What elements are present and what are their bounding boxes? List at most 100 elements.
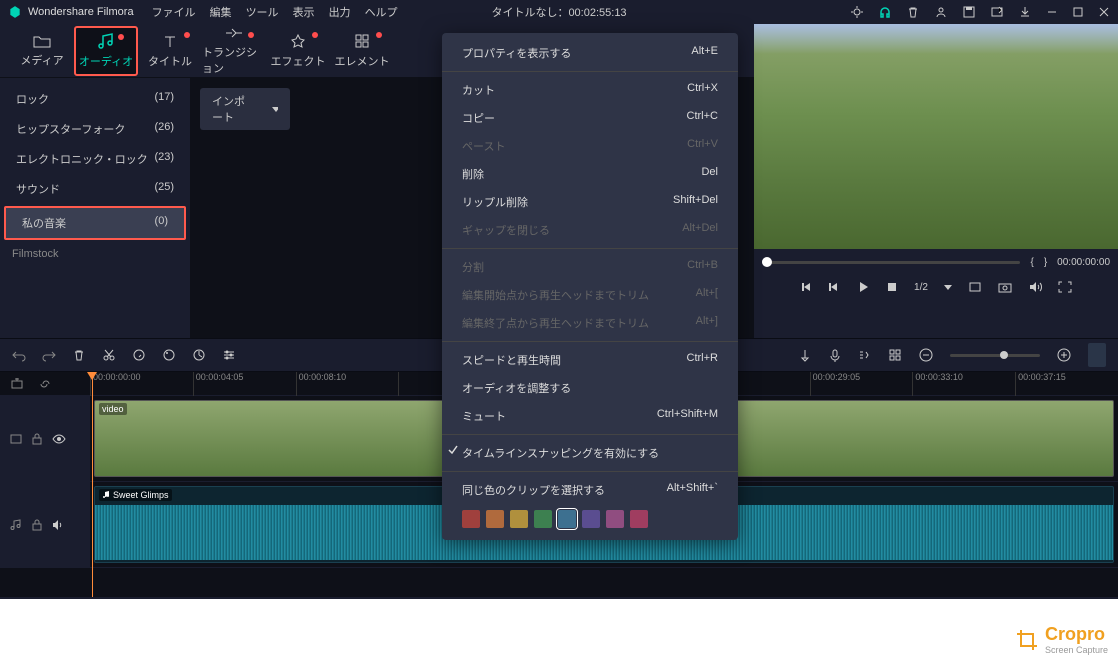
tab-effect[interactable]: エフェクト [266,26,330,76]
color-swatch-5[interactable] [582,510,600,528]
color-swatch-1[interactable] [486,510,504,528]
menu-file[interactable]: ファイル [152,4,196,20]
video-track-icon [10,434,22,444]
notification-dot [248,32,254,38]
settings-icon[interactable] [222,348,236,362]
color-swatch-3[interactable] [534,510,552,528]
stop-icon[interactable] [886,281,898,293]
trash-icon[interactable] [906,5,920,19]
maximize-button[interactable] [1072,6,1084,18]
menu-edit[interactable]: 編集 [210,4,232,20]
ctx-ripple-delete[interactable]: リップル削除Shift+Del [442,188,738,216]
category-mymusic[interactable]: 私の音楽(0) [4,206,186,240]
menu-tool[interactable]: ツール [246,4,279,20]
headphones-icon[interactable] [878,5,892,19]
category-sidebar: ロック(17) ヒップスターフォーク(26) エレクトロニック・ロック(23) … [0,78,190,338]
tab-media[interactable]: メディア [10,26,74,76]
music-icon [97,33,115,49]
category-sound[interactable]: サウンド(25) [0,174,190,204]
ctx-speed[interactable]: スピードと再生時間Ctrl+R [442,346,738,374]
prev-frame-icon[interactable] [800,281,812,293]
timeline-minimap[interactable] [1088,343,1106,367]
chevron-down-icon [272,107,278,112]
category-rock[interactable]: ロック(17) [0,84,190,114]
category-electronic[interactable]: エレクトロニック・ロック(23) [0,144,190,174]
ctx-cut[interactable]: カットCtrl+X [442,76,738,104]
preview-panel: { } 00:00:00:00 1/2 [754,24,1118,338]
export-icon[interactable] [990,5,1004,19]
color-swatch-6[interactable] [606,510,624,528]
color-swatch-7[interactable] [630,510,648,528]
notification-dot [118,34,124,40]
chevron-down-icon[interactable] [944,285,952,290]
step-back-icon[interactable] [828,281,840,293]
tab-audio[interactable]: オーディオ [74,26,138,76]
close-button[interactable] [1098,6,1110,18]
watermark: Cropro Screen Capture [1015,624,1108,655]
color-swatch-2[interactable] [510,510,528,528]
grid-icon[interactable] [888,348,902,362]
ctx-properties[interactable]: プロパティを表示するAlt+E [442,39,738,67]
filmstock-label[interactable]: Filmstock [0,242,190,266]
notification-dot [312,32,318,38]
color-swatch-0[interactable] [462,510,480,528]
fullscreen-icon[interactable] [1058,281,1072,293]
music-note-icon [102,491,110,499]
ctx-trim-start: 編集開始点から再生ヘッドまでトリムAlt+[ [442,281,738,309]
app-logo-icon [8,5,22,19]
marker-icon[interactable] [798,348,812,362]
lock-icon[interactable] [32,519,42,531]
speed-icon[interactable] [192,348,206,362]
eye-icon[interactable] [52,434,66,444]
preview-seek-slider[interactable] [762,261,1020,264]
lock-icon[interactable] [32,433,42,445]
speaker-icon[interactable] [52,520,64,530]
play-icon[interactable] [856,280,870,294]
preview-video[interactable] [754,24,1118,249]
menu-output[interactable]: 出力 [329,4,351,20]
cut-icon[interactable] [102,348,116,362]
zoom-slider[interactable] [950,354,1040,357]
minimize-button[interactable] [1046,6,1058,18]
menu-bar: ファイル 編集 ツール 表示 出力 ヘルプ [152,4,398,20]
link-icon[interactable] [38,377,52,391]
ctx-mute[interactable]: ミュートCtrl+Shift+M [442,402,738,430]
text-icon [162,33,178,49]
speed-label[interactable]: 1/2 [914,282,928,293]
tab-title[interactable]: タイトル [138,26,202,76]
mic-icon[interactable] [828,348,842,362]
check-icon [448,445,458,455]
download-icon[interactable] [1018,5,1032,19]
zoom-out-icon[interactable] [918,347,934,363]
redo-icon[interactable] [42,348,56,362]
color-swatch-4[interactable] [558,510,576,528]
tab-element[interactable]: エレメント [330,26,394,76]
ctx-snapping[interactable]: タイムラインスナッピングを有効にする [442,439,738,467]
timeline-add-icon[interactable] [10,377,24,391]
titlebar: Wondershare Filmora ファイル 編集 ツール 表示 出力 ヘル… [0,0,1118,24]
element-icon [354,33,370,49]
ctx-select-color[interactable]: 同じ色のクリップを選択するAlt+Shift+` [442,476,738,504]
camera-icon[interactable] [998,281,1012,293]
zoom-in-icon[interactable] [1056,347,1072,363]
save-icon[interactable] [962,5,976,19]
import-button[interactable]: インポート [200,88,290,130]
audio-mix-icon[interactable] [858,348,872,362]
menu-help[interactable]: ヘルプ [365,4,398,20]
color-icon[interactable] [162,348,176,362]
category-hipsterfolk[interactable]: ヒップスターフォーク(26) [0,114,190,144]
effect-icon [290,33,306,49]
delete-icon[interactable] [72,348,86,362]
undo-icon[interactable] [12,348,26,362]
user-icon[interactable] [934,5,948,19]
ctx-audio-adjust[interactable]: オーディオを調整する [442,374,738,402]
sun-icon[interactable] [850,5,864,19]
ctx-delete[interactable]: 削除Del [442,160,738,188]
ctx-trim-end: 編集終了点から再生ヘッドまでトリムAlt+] [442,309,738,337]
edit-icon[interactable] [132,348,146,362]
ctx-copy[interactable]: コピーCtrl+C [442,104,738,132]
tab-transition[interactable]: トランジション [202,26,266,76]
volume-icon[interactable] [1028,281,1042,293]
crop-icon[interactable] [968,281,982,293]
menu-view[interactable]: 表示 [293,4,315,20]
